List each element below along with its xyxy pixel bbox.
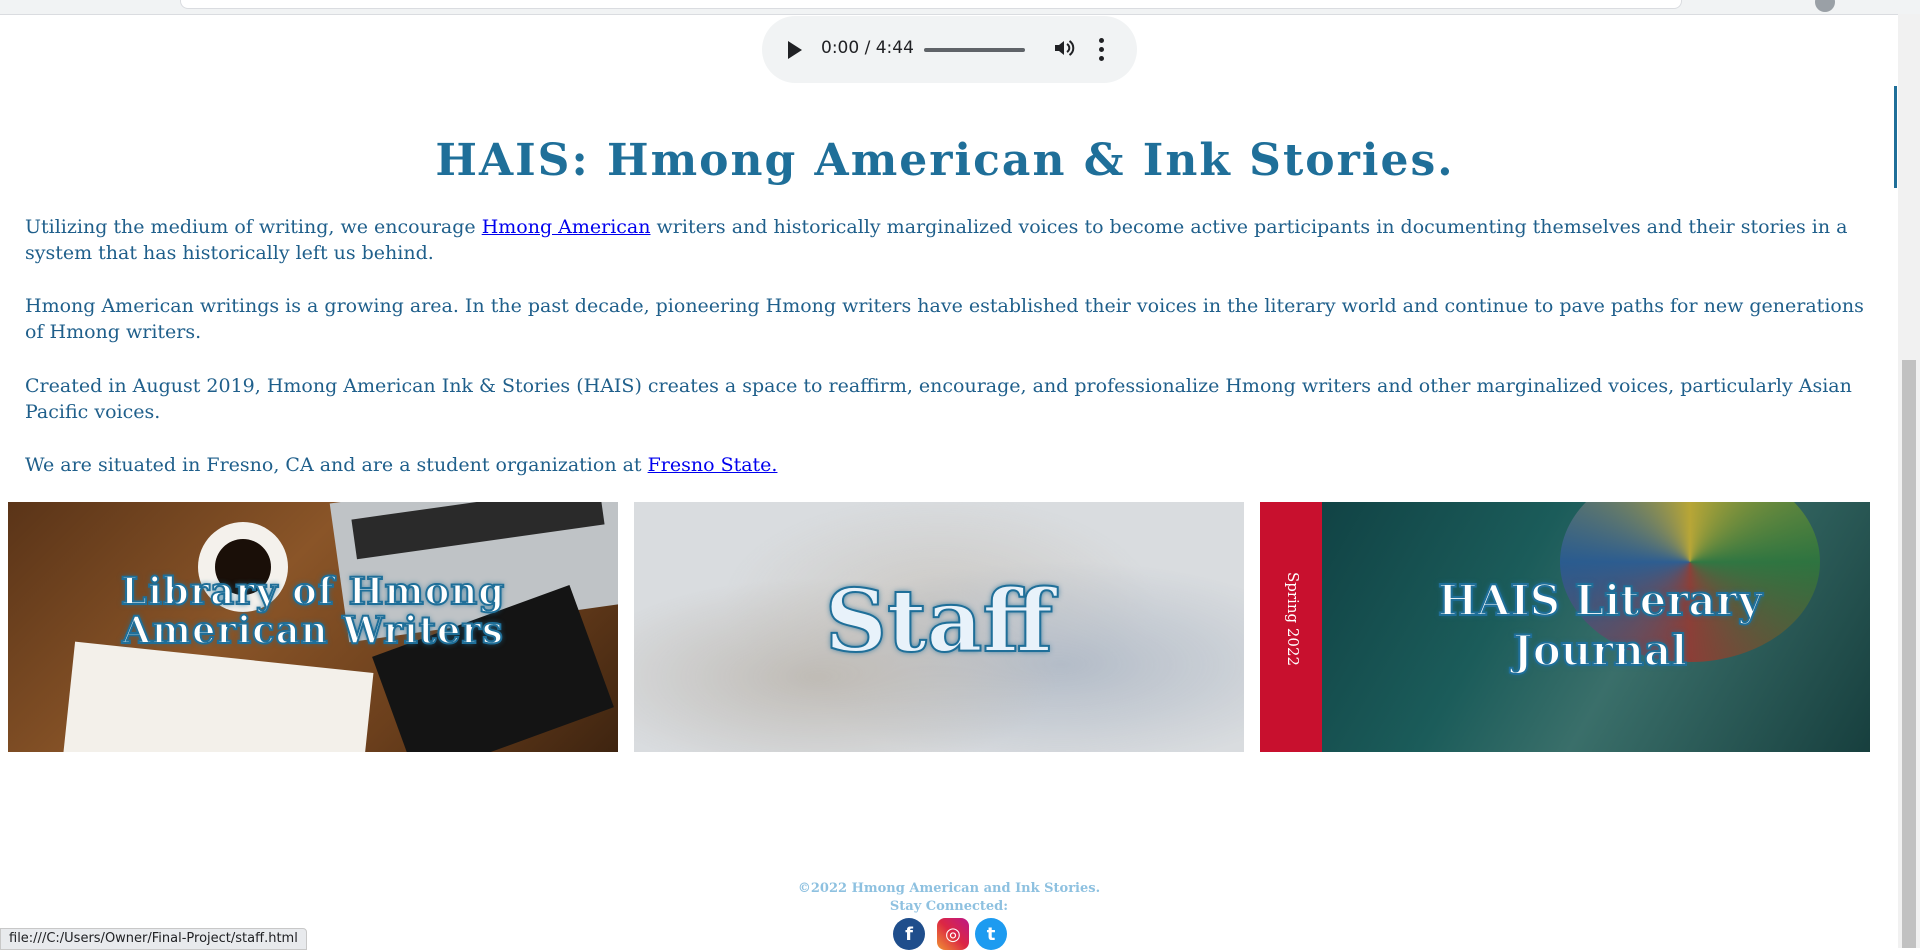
staff-tile[interactable]: Staff (634, 502, 1244, 752)
profile-avatar[interactable] (1815, 0, 1835, 12)
play-icon[interactable] (788, 41, 802, 59)
location-paragraph: We are situated in Fresno, CA and are a … (25, 452, 1875, 478)
library-label-line2: American Writers (121, 608, 504, 652)
writings-paragraph: Hmong American writings is a growing are… (25, 295, 1864, 343)
audio-player[interactable]: 0:00 / 4:44 (762, 16, 1137, 83)
volume-icon[interactable] (1052, 36, 1076, 60)
facebook-glyph: f (905, 924, 913, 945)
intro-text-start: Utilizing the medium of writing, we enco… (25, 216, 482, 238)
twitter-icon[interactable]: t (975, 918, 1007, 950)
address-bar[interactable] (180, 0, 1682, 9)
facebook-icon[interactable]: f (893, 918, 925, 950)
audio-time: 0:00 / 4:44 (821, 38, 914, 58)
audio-progress-slider[interactable] (924, 48, 1025, 52)
journal-tile-label: HAIS Literary Journal (1330, 575, 1870, 676)
intro-paragraph: Utilizing the medium of writing, we enco… (25, 214, 1875, 266)
scrollbar-thumb[interactable] (1902, 360, 1916, 948)
history-paragraph: Created in August 2019, Hmong American I… (25, 375, 1852, 423)
library-tile-label: Library of Hmong American Writers (8, 569, 618, 652)
journal-issue-label: Spring 2022 (1284, 572, 1302, 667)
browser-toolbar (0, 0, 1920, 15)
stay-connected-text: Stay Connected: (889, 899, 1009, 914)
location-text: We are situated in Fresno, CA and are a … (25, 454, 648, 476)
copyright-text: ©2022 Hmong American and Ink Stories. (797, 881, 1101, 896)
staff-tile-label: Staff (824, 571, 1054, 672)
footer: ©2022 Hmong American and Ink Stories. St… (0, 880, 1898, 916)
journal-label-line1: HAIS Literary (1437, 575, 1763, 626)
more-options-icon[interactable] (1099, 36, 1105, 62)
journal-label-line2: Journal (1512, 625, 1688, 676)
library-label-line1: Library of Hmong (120, 569, 506, 613)
fresno-state-link[interactable]: Fresno State. (648, 454, 778, 476)
journal-tile[interactable]: Spring 2022 HAIS Literary Journal (1260, 502, 1870, 752)
twitter-glyph: t (986, 924, 996, 945)
library-tile[interactable]: Library of Hmong American Writers (8, 502, 618, 752)
page-title: HAIS: Hmong American & Ink Stories. (435, 135, 1455, 186)
hmong-american-link[interactable]: Hmong American (482, 216, 651, 238)
instagram-glyph: ◎ (945, 924, 961, 945)
notebook-image (62, 641, 374, 752)
scroll-position-indicator (1894, 86, 1897, 188)
status-bar-url: file:///C:/Users/Owner/Final-Project/sta… (0, 928, 307, 950)
instagram-icon[interactable]: ◎ (937, 918, 969, 950)
